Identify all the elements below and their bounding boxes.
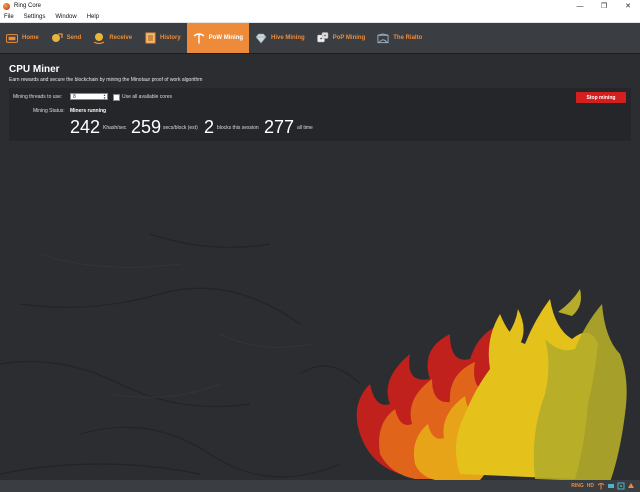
status-bar: RING HD: [0, 480, 640, 492]
page-subtitle: Earn rewards and secure the blockchain b…: [9, 77, 203, 83]
tab-history[interactable]: History: [138, 23, 187, 53]
tab-receive-label: Receive: [109, 35, 133, 41]
window-title: Ring Core: [14, 3, 42, 9]
pickaxe-status-icon: [597, 482, 605, 490]
use-all-cores-label: Use all available cores: [122, 94, 173, 100]
tab-hive-mining[interactable]: Hive Mining: [249, 23, 311, 53]
dice-icon: [316, 32, 329, 44]
tab-pop-mining[interactable]: PoP Mining: [311, 23, 372, 53]
hashrate-value: 242: [70, 117, 101, 137]
menu-settings[interactable]: Settings: [24, 14, 46, 20]
title-bar: Ring Core — ❐ ✕: [0, 0, 640, 12]
tab-pow-mining[interactable]: PoW Mining: [186, 23, 250, 53]
tab-pow-mining-label: PoW Mining: [208, 35, 244, 41]
spin-arrows-icon[interactable]: ▲ ▼: [103, 94, 106, 100]
threads-spinbox[interactable]: 8 ▲ ▼: [70, 93, 108, 100]
unit-label: RING: [571, 483, 584, 489]
status-label: Mining Status:: [33, 108, 65, 114]
hd-label: HD: [586, 483, 594, 489]
restore-button[interactable]: ❐: [592, 0, 616, 12]
fire-minotaur-illustration: [356, 289, 627, 480]
threads-label: Mining threads to use:: [13, 94, 63, 100]
block-time-unit: secs/block (est): [163, 125, 198, 131]
tab-the-rialto-label: The Rialto: [393, 35, 423, 41]
tab-send-label: Send: [66, 35, 82, 41]
tab-home-label: Home: [22, 35, 39, 41]
status-value: Miners running: [70, 108, 107, 114]
tab-pop-mining-label: PoP Mining: [332, 35, 366, 41]
stop-mining-button[interactable]: Stop mining: [576, 92, 626, 103]
tab-receive[interactable]: Receive: [87, 23, 138, 53]
staking-icon: [627, 482, 635, 490]
blocks-all-label: all time: [297, 125, 313, 131]
tab-home[interactable]: Home: [0, 23, 45, 53]
close-button[interactable]: ✕: [616, 0, 640, 12]
menu-help[interactable]: Help: [87, 14, 99, 20]
network-icon: [607, 482, 615, 490]
sync-icon: [617, 482, 625, 490]
rialto-bridge-icon: [377, 32, 389, 44]
menu-file[interactable]: File: [4, 14, 14, 20]
blocks-session-label: blocks this session: [217, 125, 259, 131]
send-coins-icon: [51, 32, 63, 44]
main-content: CPU Miner Earn rewards and secure the bl…: [0, 54, 640, 480]
history-scroll-icon: [144, 32, 156, 44]
home-wallet-icon: [6, 32, 18, 44]
tab-send[interactable]: Send: [45, 23, 88, 53]
tab-the-rialto[interactable]: The Rialto: [371, 23, 428, 53]
receive-coins-icon: [93, 32, 105, 44]
diamond-icon: [255, 32, 267, 44]
pickaxe-icon: [193, 32, 205, 44]
use-all-cores-checkbox[interactable]: [113, 94, 120, 101]
miner-panel: Mining threads to use: 8 ▲ ▼ Use all avai…: [9, 88, 631, 141]
block-time-value: 259: [131, 117, 162, 137]
menu-window[interactable]: Window: [55, 14, 76, 20]
hashrate-unit: Khash/sec: [103, 125, 127, 131]
main-toolbar: Home Send Receive History PoW Mining Hiv…: [0, 23, 640, 54]
blocks-session-value: 2: [204, 117, 215, 137]
tab-hive-mining-label: Hive Mining: [271, 35, 305, 41]
tab-history-label: History: [160, 35, 181, 41]
menu-bar: File Settings Window Help: [0, 12, 640, 23]
page-title: CPU Miner: [9, 64, 60, 75]
minimize-button[interactable]: —: [568, 0, 592, 12]
app-logo-icon: [3, 2, 10, 10]
blocks-all-value: 277: [264, 117, 295, 137]
threads-value: 8: [73, 94, 76, 100]
